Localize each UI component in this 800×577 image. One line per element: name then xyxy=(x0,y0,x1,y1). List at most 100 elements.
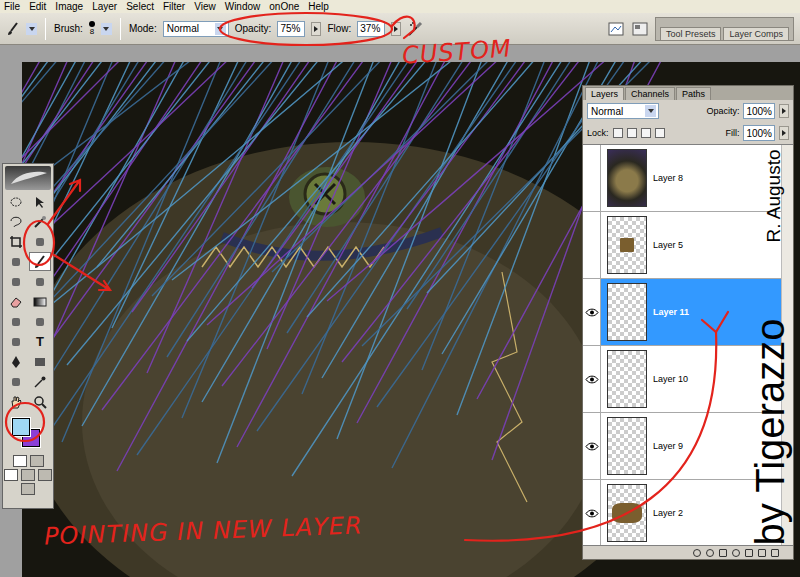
panel-tab[interactable]: Paths xyxy=(676,87,711,100)
heal-tool[interactable] xyxy=(5,252,27,271)
adjustment-icon[interactable] xyxy=(732,549,740,557)
opacity-field[interactable]: 75% xyxy=(277,21,305,37)
opacity-slider-button[interactable] xyxy=(311,22,321,36)
menu-item[interactable]: onOne xyxy=(269,1,299,13)
wand-tool[interactable] xyxy=(29,212,51,231)
pen-icon xyxy=(9,355,23,369)
marquee-icon xyxy=(9,195,23,209)
visibility-toggle[interactable] xyxy=(583,346,601,412)
quick-mask-button[interactable] xyxy=(30,455,44,467)
menu-item[interactable]: Window xyxy=(225,1,261,13)
folder-icon[interactable] xyxy=(745,549,753,557)
flow-slider-button[interactable] xyxy=(391,22,401,36)
foreground-color-swatch[interactable] xyxy=(12,418,30,436)
eye-icon[interactable] xyxy=(585,509,599,518)
menu-item[interactable]: Image xyxy=(55,1,83,13)
history-tool[interactable] xyxy=(29,272,51,291)
fill-button[interactable] xyxy=(779,126,789,140)
panel-tab[interactable]: Channels xyxy=(625,87,675,100)
brush-tool[interactable] xyxy=(29,252,51,271)
annotation-marks xyxy=(0,0,800,577)
fill-field[interactable]: 100% xyxy=(743,125,775,141)
palette-well: Tool PresetsLayer Comps xyxy=(655,17,794,41)
standard-mode-button[interactable] xyxy=(13,455,27,467)
layer-thumbnail xyxy=(607,484,647,542)
visibility-toggle[interactable] xyxy=(583,413,601,479)
bridge-icon[interactable] xyxy=(607,20,625,38)
fx-icon[interactable] xyxy=(706,549,714,557)
menu-item[interactable]: Select xyxy=(126,1,154,13)
airbrush-icon[interactable] xyxy=(407,21,423,37)
zoom-tool[interactable] xyxy=(29,392,51,411)
visibility-toggle[interactable] xyxy=(583,212,601,278)
layer-thumbnail xyxy=(607,149,647,207)
lock-all-button[interactable] xyxy=(655,128,665,138)
new-layer-icon[interactable] xyxy=(758,549,766,557)
shape-tool[interactable] xyxy=(29,352,51,371)
palette-well-tab[interactable]: Layer Comps xyxy=(723,27,789,40)
crop-tool[interactable] xyxy=(5,232,27,251)
eye-icon[interactable] xyxy=(585,442,599,451)
screen-mode-button[interactable] xyxy=(38,469,52,481)
panel-tab[interactable]: Layers xyxy=(585,87,624,100)
mode-label: Mode: xyxy=(129,23,157,34)
palette-well-icon[interactable] xyxy=(631,20,649,38)
flow-label: Flow: xyxy=(327,23,351,34)
marquee-tool[interactable] xyxy=(5,192,27,211)
layer-opacity-button[interactable] xyxy=(779,104,789,118)
tool-preset-dropdown[interactable] xyxy=(26,23,37,35)
menu-item[interactable]: Help xyxy=(308,1,329,13)
lock-image-button[interactable] xyxy=(627,128,637,138)
options-bar: Brush:8Mode:NormalOpacity:75%Flow:37%Too… xyxy=(0,13,800,45)
eye-icon[interactable] xyxy=(585,375,599,384)
flow-field[interactable]: 37% xyxy=(357,21,385,37)
mask-icon[interactable] xyxy=(719,549,727,557)
path-tool[interactable] xyxy=(5,332,27,351)
screen-mode-button[interactable] xyxy=(21,469,35,481)
visibility-toggle[interactable] xyxy=(583,145,601,211)
link-icon[interactable] xyxy=(693,549,701,557)
trash-icon[interactable] xyxy=(771,549,779,557)
blend-mode-select[interactable]: Normal xyxy=(587,103,659,119)
eraser-tool[interactable] xyxy=(5,292,27,311)
menu-item[interactable]: View xyxy=(194,1,216,13)
move-tool[interactable] xyxy=(29,192,51,211)
visibility-toggle[interactable] xyxy=(583,279,601,345)
eyedropper-icon xyxy=(33,375,47,389)
gradient-tool[interactable] xyxy=(29,292,51,311)
menu-item[interactable]: File xyxy=(4,1,20,13)
stamp-tool[interactable] xyxy=(5,272,27,291)
brush-dropdown[interactable] xyxy=(101,23,112,35)
type-tool[interactable]: T xyxy=(29,332,51,351)
dodge-tool[interactable] xyxy=(29,312,51,331)
lock-position-button[interactable] xyxy=(641,128,651,138)
screen-mode-button[interactable] xyxy=(4,469,18,481)
hand-tool[interactable] xyxy=(5,392,27,411)
layer-row[interactable]: Layer 5 xyxy=(583,212,781,279)
lasso-tool[interactable] xyxy=(5,212,27,231)
layer-thumbnail xyxy=(607,216,647,274)
menu-item[interactable]: Filter xyxy=(163,1,185,13)
mode-select[interactable]: Normal xyxy=(163,21,229,37)
visibility-toggle[interactable] xyxy=(583,480,601,545)
layer-name: Layer 9 xyxy=(653,441,683,451)
slice-tool[interactable] xyxy=(29,232,51,251)
eyedropper-tool[interactable] xyxy=(29,372,51,391)
eye-icon[interactable] xyxy=(585,308,599,317)
brush-preview[interactable]: 8 xyxy=(89,21,95,36)
layer-row[interactable]: Layer 8 xyxy=(583,145,781,212)
pen-tool[interactable] xyxy=(5,352,27,371)
menu-item[interactable]: Layer xyxy=(92,1,117,13)
dodge-icon xyxy=(33,315,47,329)
lock-transparent-button[interactable] xyxy=(613,128,623,138)
color-swatches xyxy=(8,416,48,450)
layer-thumbnail xyxy=(607,417,647,475)
mask-mode-row xyxy=(13,455,44,467)
blur-tool[interactable] xyxy=(5,312,27,331)
palette-well-tab[interactable]: Tool Presets xyxy=(660,27,722,40)
layer-opacity-field[interactable]: 100% xyxy=(743,103,775,119)
jump-to-button[interactable] xyxy=(21,483,35,495)
notes-tool[interactable] xyxy=(5,372,27,391)
menu-item[interactable]: Edit xyxy=(29,1,46,13)
lock-label: Lock: xyxy=(587,128,609,138)
